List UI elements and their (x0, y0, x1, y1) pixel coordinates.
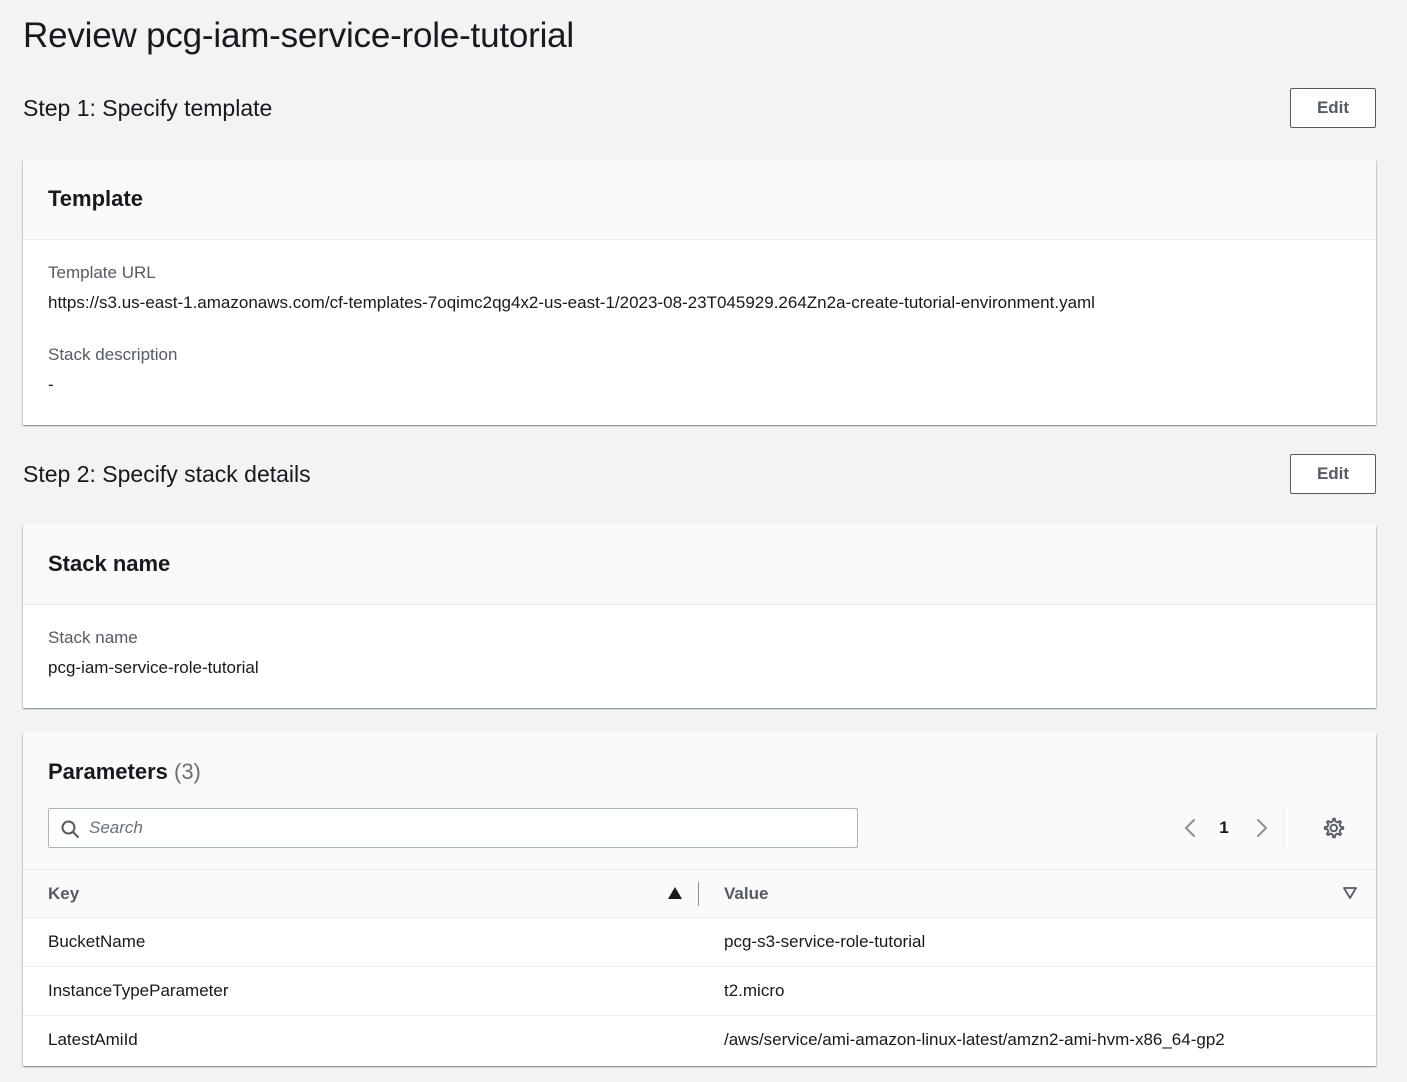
stack-description-label: Stack description (48, 345, 178, 364)
table-header-row: Key Value (23, 870, 1376, 918)
parameters-count: (3) (174, 759, 201, 784)
sort-descending-icon[interactable] (1343, 887, 1357, 899)
search-input[interactable] (89, 809, 849, 847)
stack-name-card-header: Stack name (23, 525, 1376, 605)
step2-title: Step 2: Specify stack details (23, 461, 311, 487)
parameters-header: Parameters (3) 1 (23, 733, 1376, 870)
row-value: t2.micro (699, 966, 1376, 1016)
column-header-value[interactable]: Value (699, 870, 1376, 918)
row-key: LatestAmiId (48, 1030, 138, 1050)
parameters-card: Parameters (3) 1 (23, 733, 1376, 1066)
row-key: BucketName (23, 917, 699, 967)
template-url-value: https://s3.us-east-1.amazonaws.com/cf-te… (48, 293, 1095, 312)
parameters-title: Parameters (3) (48, 759, 201, 785)
template-card: Template Template URL https://s3.us-east… (23, 160, 1376, 425)
row-key: InstanceTypeParameter (23, 966, 699, 1016)
parameters-table: Key Value BucketName pcg-s3-service-role… (23, 870, 1376, 1065)
template-card-header: Template (23, 160, 1376, 240)
sort-ascending-icon[interactable] (668, 887, 682, 899)
template-url-label: Template URL (48, 263, 156, 282)
pager-divider (1283, 808, 1284, 848)
step2-header: Step 2: Specify stack details Edit (23, 454, 1376, 494)
step2-edit-button[interactable]: Edit (1290, 454, 1376, 494)
stack-name-card-title: Stack name (48, 551, 171, 576)
review-page: Review pcg-iam-service-role-tutorial Ste… (0, 0, 1407, 1082)
stack-name-label: Stack name (48, 628, 138, 647)
table-row: LatestAmiId /aws/service/ami-amazon-linu… (23, 1016, 1376, 1065)
row-value: pcg-s3-service-role-tutorial (699, 917, 1376, 967)
column-header-key-label: Key (48, 884, 80, 903)
column-header-value-label: Value (724, 884, 769, 903)
template-card-title: Template (48, 186, 143, 211)
row-value: /aws/service/ami-amazon-linux-latest/amz… (724, 1030, 1225, 1050)
search-icon (61, 820, 79, 838)
column-header-key[interactable]: Key (23, 870, 699, 918)
step1-header: Step 1: Specify template Edit (23, 88, 1376, 128)
gear-icon[interactable] (1321, 816, 1345, 840)
stack-name-value: pcg-iam-service-role-tutorial (48, 658, 259, 677)
page-title: Review pcg-iam-service-role-tutorial (23, 16, 575, 55)
search-box (48, 808, 858, 848)
table-row: InstanceTypeParameter t2.micro (23, 966, 1376, 1016)
chevron-left-icon[interactable] (1179, 816, 1203, 840)
chevron-right-icon[interactable] (1249, 816, 1273, 840)
page-number-current[interactable]: 1 (1217, 817, 1231, 839)
step1-edit-button[interactable]: Edit (1290, 88, 1376, 128)
stack-name-card: Stack name Stack name pcg-iam-service-ro… (23, 525, 1376, 708)
step1-title: Step 1: Specify template (23, 95, 273, 121)
parameters-title-text: Parameters (48, 759, 168, 784)
pagination: 1 (1171, 808, 1351, 848)
stack-description-value: - (48, 375, 54, 394)
table-row: BucketName pcg-s3-service-role-tutorial (23, 917, 1376, 967)
